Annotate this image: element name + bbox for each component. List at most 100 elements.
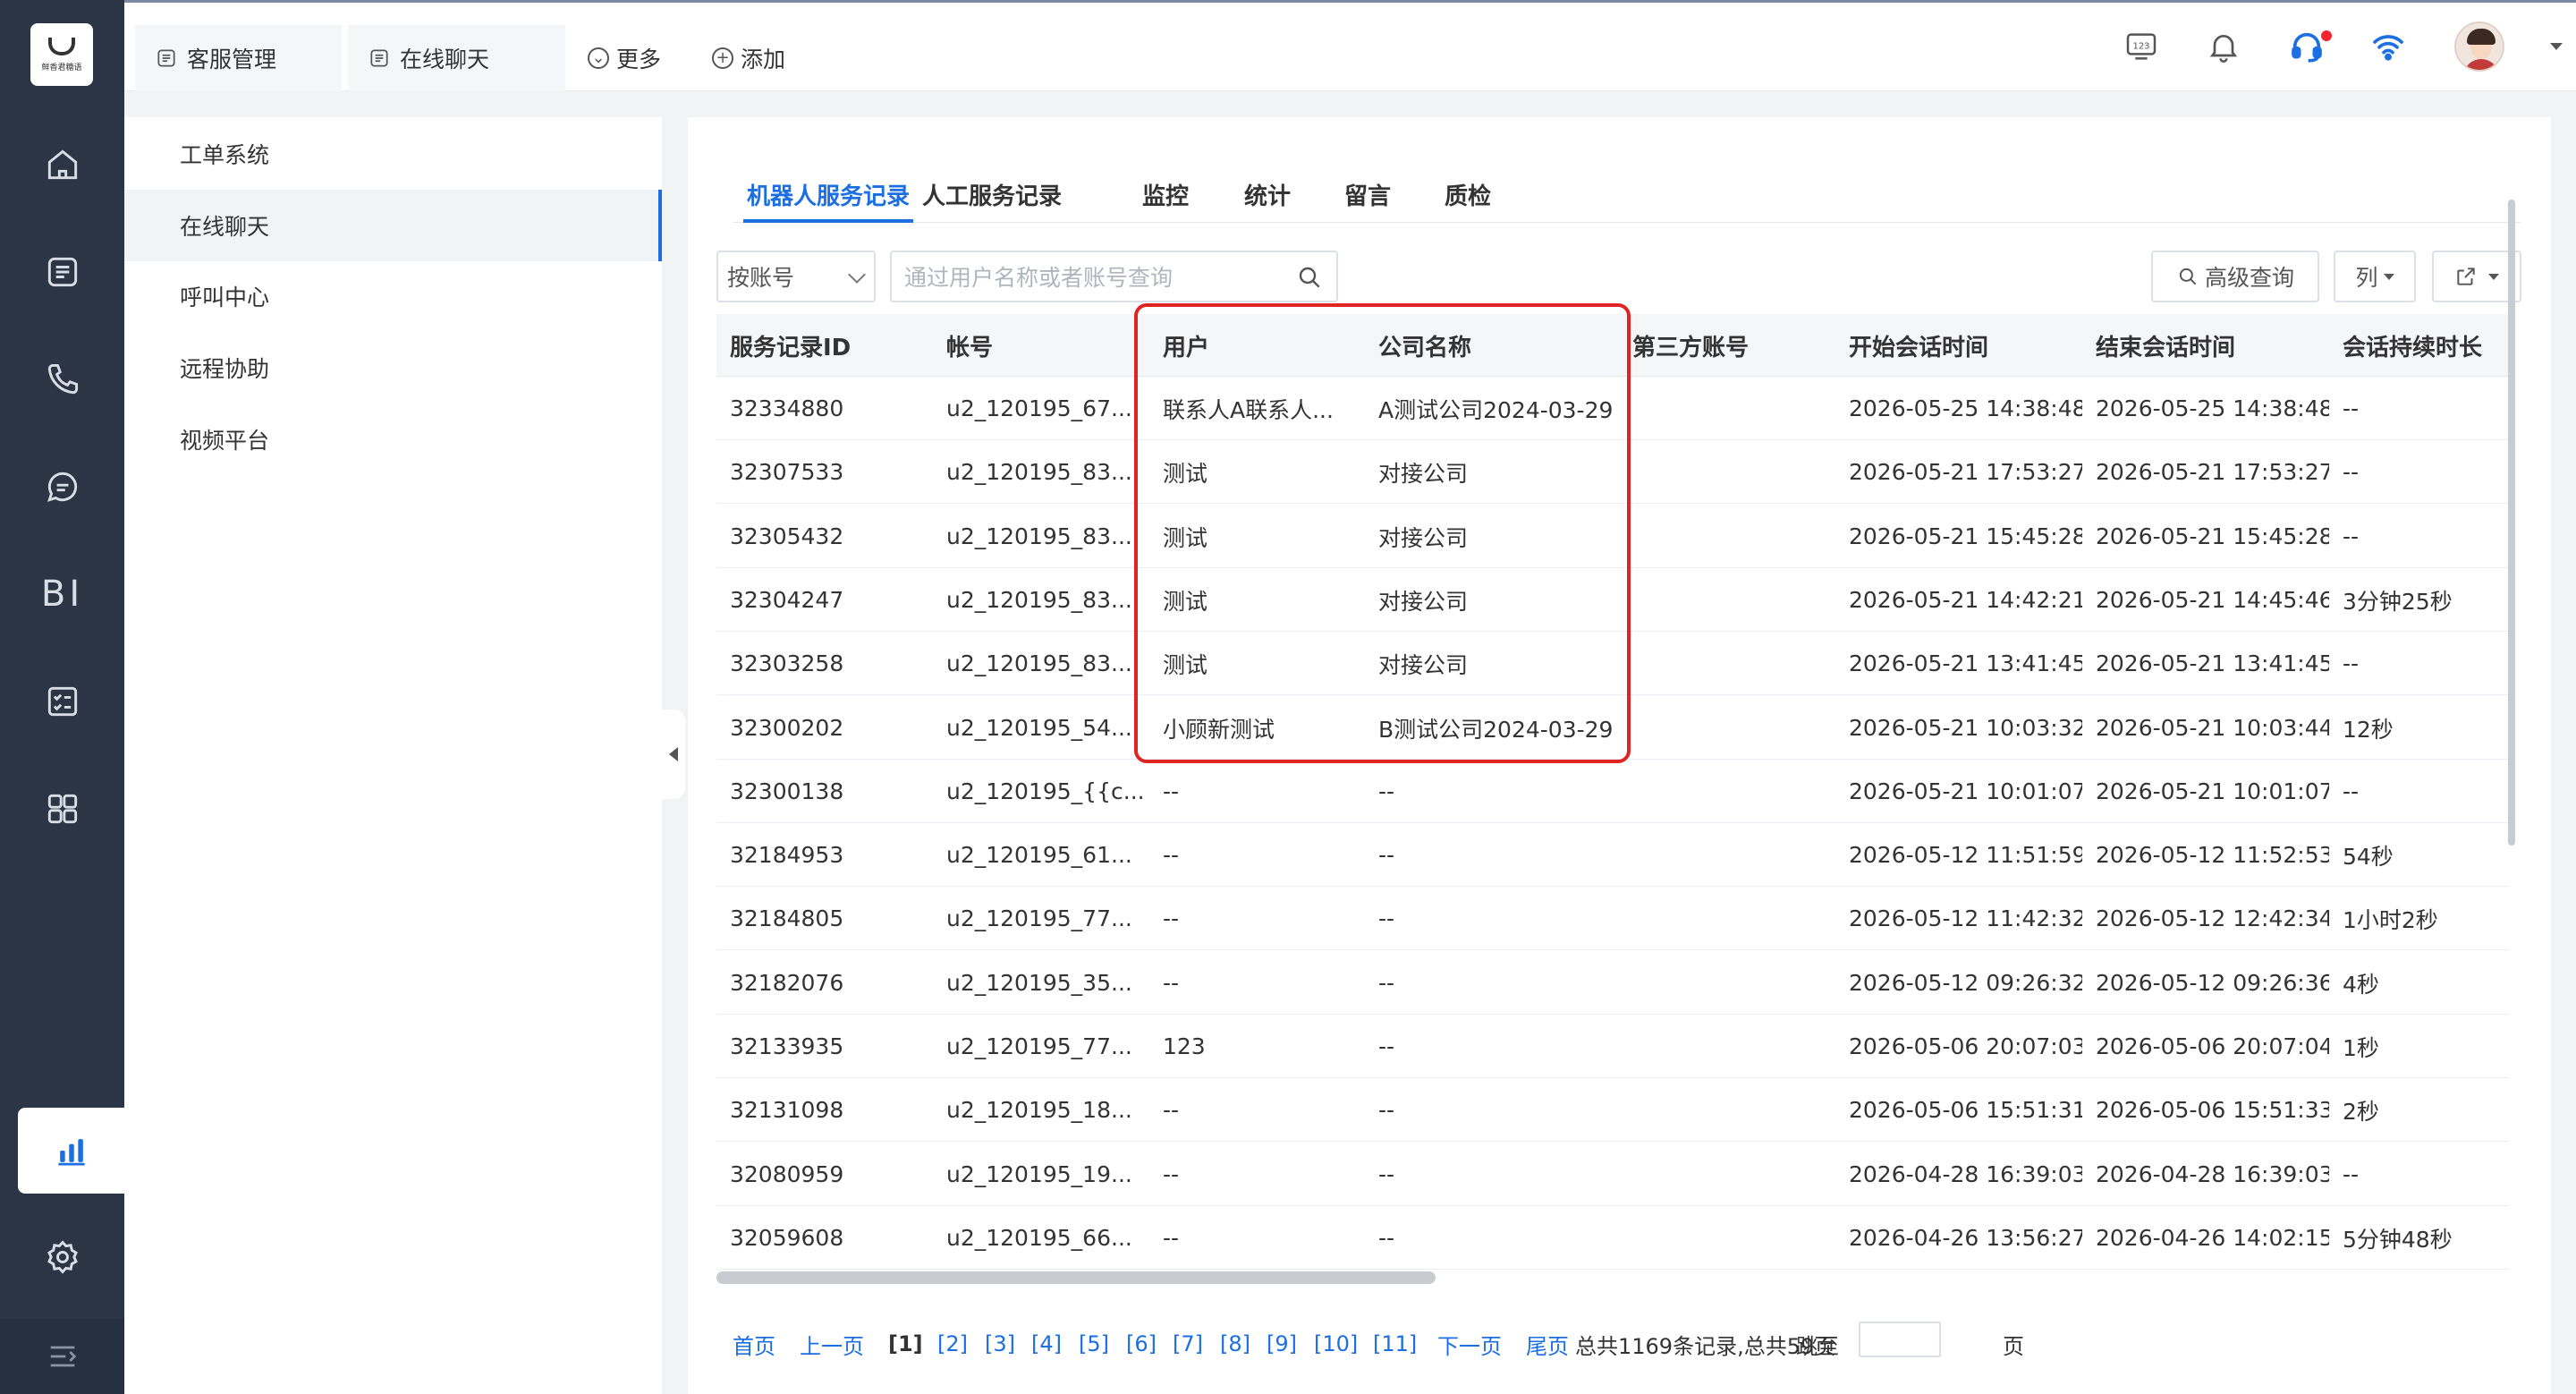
home-icon[interactable] (0, 129, 124, 200)
headset-icon[interactable] (2287, 27, 2326, 66)
record-id-cell: 32300138 (730, 778, 844, 804)
tab-monitor[interactable]: 监控 (1142, 178, 1189, 223)
checklist-icon[interactable] (0, 666, 124, 737)
columns-button[interactable]: 列 (2334, 251, 2416, 302)
tab-manual-records[interactable]: 人工服务记录 (922, 178, 1062, 223)
search-icon[interactable] (1295, 263, 1324, 292)
end-time-cell: 2026-05-06 15:51:33 (2096, 1097, 2329, 1123)
user-avatar[interactable] (2454, 21, 2504, 72)
tab-messages[interactable]: 留言 (1344, 178, 1391, 223)
table-row[interactable]: 32305432 u2_120195_83... 测试 对接公司 2026-05-21 … (716, 505, 2509, 568)
user-cell: -- (1163, 1225, 1180, 1251)
table-row[interactable]: 32300138 u2_120195_{{c... -- -- 2026-05-21 1… (716, 760, 2509, 823)
account-cell: u2_120195_83... (946, 587, 1132, 613)
duration-cell: -- (2343, 395, 2360, 421)
chat-icon[interactable] (0, 451, 124, 523)
search-input[interactable] (904, 261, 1280, 293)
more-button[interactable]: ⌄ 更多 (588, 25, 661, 91)
submenu-item-call-center[interactable]: 呼叫中心 (124, 260, 662, 332)
table-row[interactable]: 32133935 u2_120195_77... 123 -- 2026-05-06 2… (716, 1015, 2509, 1078)
apps-icon[interactable] (0, 773, 124, 845)
tab-quality-check[interactable]: 质检 (1445, 178, 1491, 223)
collapse-rail-button[interactable] (0, 1319, 124, 1394)
prev-page-link[interactable]: 上一页 (800, 1322, 864, 1366)
company-cell: 对接公司 (1378, 460, 1469, 487)
keypad-icon[interactable]: 123 (2122, 27, 2161, 66)
column-header[interactable]: 会话持续时长 (2329, 314, 2509, 377)
table-row[interactable]: 32304247 u2_120195_83... 测试 对接公司 2026-05-21 … (716, 568, 2509, 632)
horizontal-scrollbar[interactable] (716, 1271, 2509, 1284)
page-link-4[interactable]: [4] (1031, 1322, 1062, 1366)
bi-icon[interactable]: BI (0, 558, 124, 630)
column-header[interactable]: 开始会话时间 (1835, 314, 2082, 377)
column-header[interactable]: 结束会话时间 (2082, 314, 2329, 377)
table-row[interactable]: 32184953 u2_120195_61... -- -- 2026-05-12 11… (716, 823, 2509, 887)
page-link-8[interactable]: [8] (1220, 1322, 1250, 1366)
record-id-cell: 32307533 (730, 459, 844, 485)
add-button[interactable]: + 添加 (712, 25, 785, 91)
settings-icon[interactable] (0, 1221, 124, 1293)
table-row[interactable]: 32300202 u2_120195_54... 小顾新测试 B测试公司2024-03… (716, 696, 2509, 760)
account-cell: u2_120195_66... (946, 1225, 1132, 1251)
table-row[interactable]: 32334880 u2_120195_67... 联系人A联系人... A测试公司20… (716, 377, 2509, 440)
column-header[interactable]: 第三方账号 (1619, 314, 1835, 377)
account-cell: u2_120195_83... (946, 459, 1132, 485)
column-header[interactable]: 用户 (1149, 314, 1365, 377)
table-row[interactable]: 32182076 u2_120195_35... -- -- 2026-05-12 09… (716, 951, 2509, 1015)
page-link-10[interactable]: [10] (1314, 1322, 1358, 1366)
phone-icon[interactable] (0, 344, 124, 415)
record-id-cell: 32184805 (730, 905, 844, 931)
app-logo[interactable]: 鲜香君糖语 (30, 23, 93, 86)
wifi-icon[interactable] (2368, 27, 2408, 66)
page-link-9[interactable]: [9] (1267, 1322, 1297, 1366)
page-link-3[interactable]: [3] (985, 1322, 1015, 1366)
page-link-6[interactable]: [6] (1126, 1322, 1157, 1366)
page-link-11[interactable]: [11] (1373, 1322, 1417, 1366)
first-page-link[interactable]: 首页 (733, 1322, 775, 1366)
logo-cup-icon (48, 37, 75, 55)
company-cell: -- (1378, 905, 1395, 931)
vertical-scrollbar[interactable] (2508, 200, 2515, 1094)
add-label: 添加 (741, 47, 786, 72)
columns-label: 列 (2355, 265, 2378, 291)
table-row[interactable]: 32303258 u2_120195_83... 测试 对接公司 2026-05-21 … (716, 632, 2509, 695)
bar-chart-icon[interactable] (18, 1108, 124, 1194)
collapse-submenu-handle[interactable] (662, 710, 685, 799)
column-header[interactable]: 公司名称 (1365, 314, 1619, 377)
chevron-down-icon[interactable] (2550, 43, 2563, 50)
submenu-label: 呼叫中心 (180, 285, 270, 310)
tab-robot-records[interactable]: 机器人服务记录 (743, 178, 914, 223)
table-row[interactable]: 32059608 u2_120195_66... -- -- 2026-04-26 13… (716, 1206, 2509, 1270)
jump-page-input[interactable] (1860, 1323, 1939, 1356)
user-cell: 小顾新测试 (1163, 716, 1275, 743)
start-time-cell: 2026-05-12 11:51:59 (1849, 842, 2082, 868)
filter-type-select[interactable]: 按账号 (716, 251, 876, 302)
document-icon[interactable] (0, 236, 124, 308)
submenu-item-video-platform[interactable]: 视频平台 (124, 404, 662, 475)
page-link-5[interactable]: [5] (1079, 1322, 1109, 1366)
submenu-item-remote-assist[interactable]: 远程协助 (124, 332, 662, 404)
page-link-7[interactable]: [7] (1173, 1322, 1203, 1366)
table-row[interactable]: 32307533 u2_120195_83... 测试 对接公司 2026-05-21 … (716, 440, 2509, 504)
third-party-account-cell (1619, 505, 1835, 568)
tab-statistics[interactable]: 统计 (1244, 178, 1291, 223)
page-link-2[interactable]: [2] (937, 1322, 968, 1366)
table-row[interactable]: 32131098 u2_120195_18... -- -- 2026-05-06 15… (716, 1078, 2509, 1142)
last-page-link[interactable]: 尾页 (1526, 1322, 1569, 1366)
column-header[interactable]: 服务记录ID (716, 314, 933, 377)
record-id-cell: 32059608 (730, 1225, 844, 1251)
submenu-item-ticket-system[interactable]: 工单系统 (124, 118, 662, 190)
next-page-link[interactable]: 下一页 (1437, 1322, 1502, 1366)
submenu-item-online-chat[interactable]: 在线聊天 (124, 190, 662, 261)
advanced-search-button[interactable]: 高级查询 (2151, 251, 2319, 302)
table-row[interactable]: 32184805 u2_120195_77... -- -- 2026-05-12 11… (716, 887, 2509, 950)
start-time-cell: 2026-05-12 09:26:32 (1849, 970, 2082, 996)
start-time-cell: 2026-05-21 14:42:21 (1849, 587, 2082, 613)
tab-online-chat[interactable]: 在线聊天 (348, 25, 565, 91)
tab-customer-service[interactable]: 客服管理 (135, 25, 342, 91)
filter-type-value: 按账号 (727, 265, 795, 291)
page-link-1[interactable]: [1] (888, 1322, 923, 1366)
notification-bell-icon[interactable] (2204, 27, 2243, 66)
column-header[interactable]: 帐号 (933, 314, 1149, 377)
table-row[interactable]: 32080959 u2_120195_19... -- -- 2026-04-28 16… (716, 1143, 2509, 1206)
